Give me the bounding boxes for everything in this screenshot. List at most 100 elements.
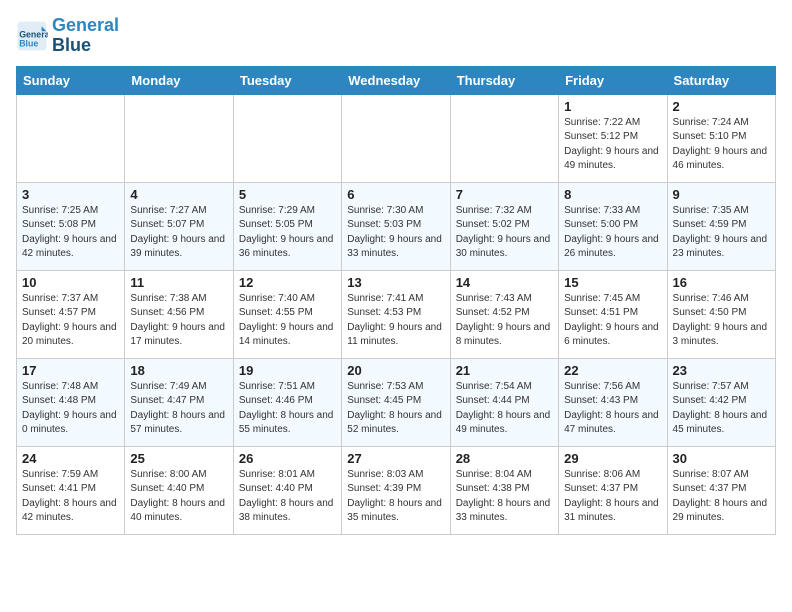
day-number: 20 (347, 363, 444, 378)
day-info: Sunrise: 7:59 AM Sunset: 4:41 PM Dayligh… (22, 468, 119, 526)
calendar-week-row: 17 Sunrise: 7:48 AM Sunset: 4:48 PM Dayli… (17, 358, 776, 446)
calendar-cell: 17 Sunrise: 7:48 AM Sunset: 4:48 PM Dayli… (17, 358, 125, 446)
day-number: 14 (456, 275, 553, 290)
weekday-header: Thursday (450, 66, 558, 94)
calendar-cell (233, 94, 341, 182)
calendar-cell: 23 Sunrise: 7:57 AM Sunset: 4:42 PM Dayli… (667, 358, 775, 446)
calendar-cell: 12 Sunrise: 7:40 AM Sunset: 4:55 PM Dayli… (233, 270, 341, 358)
day-info: Sunrise: 7:48 AM Sunset: 4:48 PM Dayligh… (22, 380, 119, 438)
day-number: 3 (22, 187, 119, 202)
day-info: Sunrise: 7:56 AM Sunset: 4:43 PM Dayligh… (564, 380, 661, 438)
calendar-cell: 30 Sunrise: 8:07 AM Sunset: 4:37 PM Dayli… (667, 446, 775, 534)
day-info: Sunrise: 7:27 AM Sunset: 5:07 PM Dayligh… (130, 204, 227, 262)
day-info: Sunrise: 7:25 AM Sunset: 5:08 PM Dayligh… (22, 204, 119, 262)
calendar-cell: 1 Sunrise: 7:22 AM Sunset: 5:12 PM Daylig… (559, 94, 667, 182)
svg-text:Blue: Blue (19, 38, 38, 48)
calendar-cell: 24 Sunrise: 7:59 AM Sunset: 4:41 PM Dayli… (17, 446, 125, 534)
calendar-cell: 7Sunrise: 7:32 AM Sunset: 5:02 PM Daylig… (450, 182, 558, 270)
calendar-cell: 4 Sunrise: 7:27 AM Sunset: 5:07 PM Daylig… (125, 182, 233, 270)
day-number: 15 (564, 275, 661, 290)
day-info: Sunrise: 7:22 AM Sunset: 5:12 PM Dayligh… (564, 116, 661, 174)
day-info: Sunrise: 8:07 AM Sunset: 4:37 PM Dayligh… (673, 468, 770, 526)
day-info: Sunrise: 7:57 AM Sunset: 4:42 PM Dayligh… (673, 380, 770, 438)
day-info: Sunrise: 7:43 AM Sunset: 4:52 PM Dayligh… (456, 292, 553, 350)
day-info: Sunrise: 8:06 AM Sunset: 4:37 PM Dayligh… (564, 468, 661, 526)
calendar-cell: 18 Sunrise: 7:49 AM Sunset: 4:47 PM Dayli… (125, 358, 233, 446)
day-info: Sunrise: 7:49 AM Sunset: 4:47 PM Dayligh… (130, 380, 227, 438)
calendar-cell: 26 Sunrise: 8:01 AM Sunset: 4:40 PM Dayli… (233, 446, 341, 534)
day-number: 5 (239, 187, 336, 202)
day-number: 16 (673, 275, 770, 290)
day-info: Sunrise: 7:33 AM Sunset: 5:00 PM Dayligh… (564, 204, 661, 262)
calendar-week-row: 1 Sunrise: 7:22 AM Sunset: 5:12 PM Daylig… (17, 94, 776, 182)
day-info: Sunrise: 7:53 AM Sunset: 4:45 PM Dayligh… (347, 380, 444, 438)
calendar-cell: 5 Sunrise: 7:29 AM Sunset: 5:05 PM Daylig… (233, 182, 341, 270)
day-number: 28 (456, 451, 553, 466)
calendar-week-row: 10 Sunrise: 7:37 AM Sunset: 4:57 PM Dayli… (17, 270, 776, 358)
page-header: General Blue GeneralBlue (16, 16, 776, 56)
day-info: Sunrise: 7:37 AM Sunset: 4:57 PM Dayligh… (22, 292, 119, 350)
day-number: 12 (239, 275, 336, 290)
calendar-cell: 21 Sunrise: 7:54 AM Sunset: 4:44 PM Dayli… (450, 358, 558, 446)
day-number: 24 (22, 451, 119, 466)
day-info: Sunrise: 8:00 AM Sunset: 4:40 PM Dayligh… (130, 468, 227, 526)
calendar-cell: 27Sunrise: 8:03 AM Sunset: 4:39 PM Dayli… (342, 446, 450, 534)
day-number: 22 (564, 363, 661, 378)
day-number: 25 (130, 451, 227, 466)
day-number: 19 (239, 363, 336, 378)
day-number: 11 (130, 275, 227, 290)
day-number: 10 (22, 275, 119, 290)
logo: General Blue GeneralBlue (16, 16, 119, 56)
calendar-week-row: 24 Sunrise: 7:59 AM Sunset: 4:41 PM Dayli… (17, 446, 776, 534)
weekday-header: Monday (125, 66, 233, 94)
day-number: 23 (673, 363, 770, 378)
day-info: Sunrise: 8:03 AM Sunset: 4:39 PM Dayligh… (347, 468, 444, 526)
day-info: Sunrise: 7:30 AM Sunset: 5:03 PM Dayligh… (347, 204, 444, 262)
day-number: 21 (456, 363, 553, 378)
calendar-cell (17, 94, 125, 182)
calendar-cell: 6 Sunrise: 7:30 AM Sunset: 5:03 PM Daylig… (342, 182, 450, 270)
day-number: 9 (673, 187, 770, 202)
day-number: 26 (239, 451, 336, 466)
logo-text: GeneralBlue (52, 16, 119, 56)
day-number: 30 (673, 451, 770, 466)
weekday-header: Wednesday (342, 66, 450, 94)
day-number: 17 (22, 363, 119, 378)
calendar-cell (125, 94, 233, 182)
day-number: 6 (347, 187, 444, 202)
logo-icon: General Blue (16, 20, 48, 52)
day-number: 4 (130, 187, 227, 202)
day-info: Sunrise: 8:01 AM Sunset: 4:40 PM Dayligh… (239, 468, 336, 526)
calendar-cell: 10 Sunrise: 7:37 AM Sunset: 4:57 PM Dayli… (17, 270, 125, 358)
day-number: 1 (564, 99, 661, 114)
day-info: Sunrise: 7:35 AM Sunset: 4:59 PM Dayligh… (673, 204, 770, 262)
weekday-header: Saturday (667, 66, 775, 94)
calendar-cell: 8 Sunrise: 7:33 AM Sunset: 5:00 PM Daylig… (559, 182, 667, 270)
calendar-cell: 19 Sunrise: 7:51 AM Sunset: 4:46 PM Dayli… (233, 358, 341, 446)
calendar-table: SundayMondayTuesdayWednesdayThursdayFrid… (16, 66, 776, 535)
calendar-cell: 28 Sunrise: 8:04 AM Sunset: 4:38 PM Dayli… (450, 446, 558, 534)
day-number: 7 (456, 187, 553, 202)
weekday-header: Sunday (17, 66, 125, 94)
calendar-cell: 25 Sunrise: 8:00 AM Sunset: 4:40 PM Dayli… (125, 446, 233, 534)
calendar-cell: 20 Sunrise: 7:53 AM Sunset: 4:45 PM Dayli… (342, 358, 450, 446)
day-info: Sunrise: 7:54 AM Sunset: 4:44 PM Dayligh… (456, 380, 553, 438)
day-number: 29 (564, 451, 661, 466)
day-info: Sunrise: 8:04 AM Sunset: 4:38 PM Dayligh… (456, 468, 553, 526)
day-info: Sunrise: 7:29 AM Sunset: 5:05 PM Dayligh… (239, 204, 336, 262)
calendar-cell (342, 94, 450, 182)
calendar-week-row: 3 Sunrise: 7:25 AM Sunset: 5:08 PM Daylig… (17, 182, 776, 270)
day-info: Sunrise: 7:51 AM Sunset: 4:46 PM Dayligh… (239, 380, 336, 438)
calendar-cell: 3 Sunrise: 7:25 AM Sunset: 5:08 PM Daylig… (17, 182, 125, 270)
day-number: 18 (130, 363, 227, 378)
day-number: 8 (564, 187, 661, 202)
day-info: Sunrise: 7:38 AM Sunset: 4:56 PM Dayligh… (130, 292, 227, 350)
day-info: Sunrise: 7:40 AM Sunset: 4:55 PM Dayligh… (239, 292, 336, 350)
calendar-cell (450, 94, 558, 182)
weekday-header: Friday (559, 66, 667, 94)
calendar-cell: 29 Sunrise: 8:06 AM Sunset: 4:37 PM Dayli… (559, 446, 667, 534)
calendar-header: SundayMondayTuesdayWednesdayThursdayFrid… (17, 66, 776, 94)
day-info: Sunrise: 7:24 AM Sunset: 5:10 PM Dayligh… (673, 116, 770, 174)
day-info: Sunrise: 7:45 AM Sunset: 4:51 PM Dayligh… (564, 292, 661, 350)
day-number: 13 (347, 275, 444, 290)
